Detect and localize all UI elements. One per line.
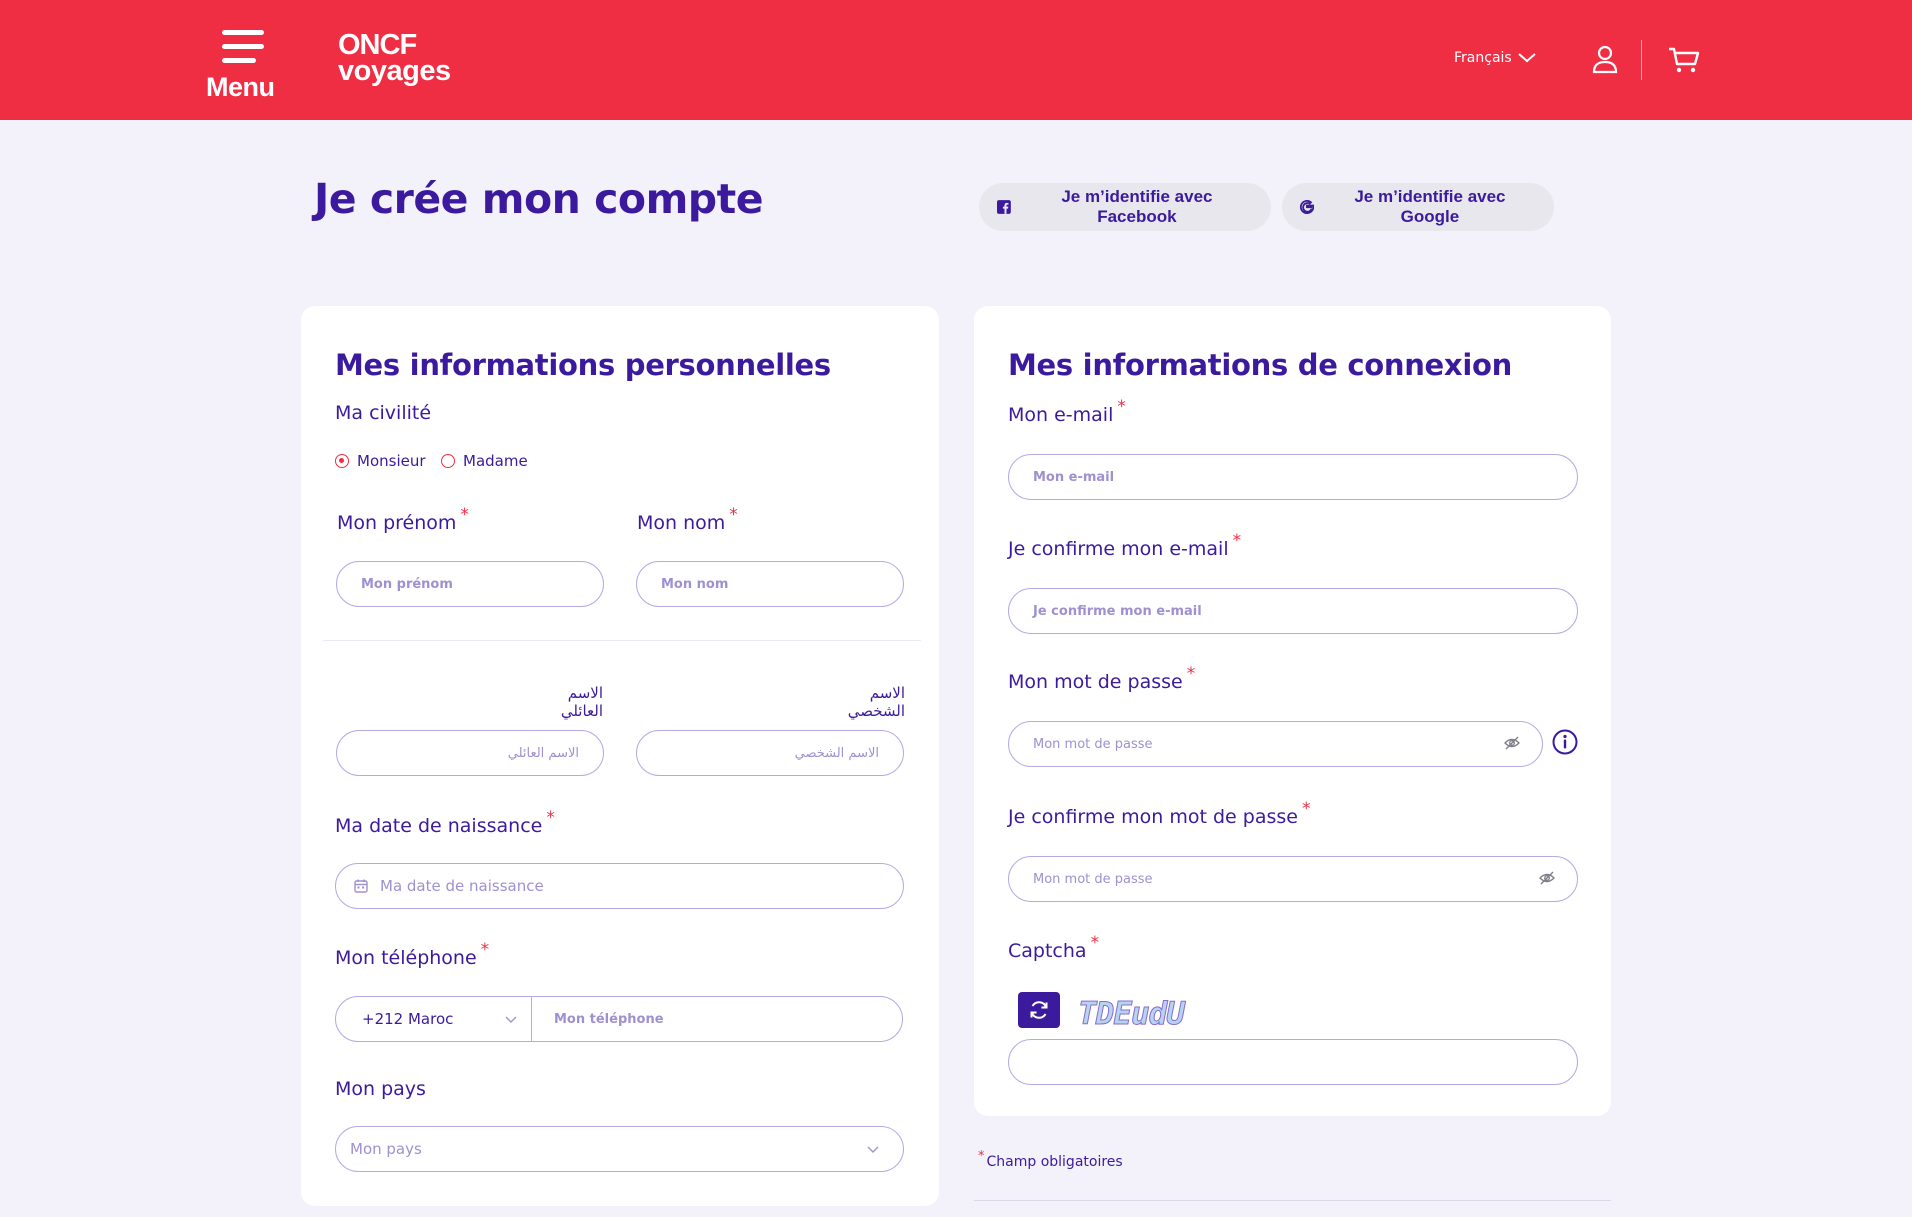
phone-number-input[interactable]: Mon téléphone — [532, 1012, 902, 1027]
civility-monsieur-radio[interactable]: Monsieur — [335, 452, 426, 470]
civility-madame-label: Madame — [463, 452, 528, 470]
password-confirm-label: Je confirme mon mot de passe * — [1008, 799, 1311, 828]
birthdate-label: Ma date de naissance * — [335, 808, 555, 837]
firstname-input[interactable]: Mon prénom — [336, 561, 604, 607]
civility-label: Ma civilité — [335, 402, 432, 424]
email-input[interactable]: Mon e-mail — [1008, 454, 1578, 500]
arabic-firstname-input[interactable]: الاسم الشخصي — [636, 730, 904, 776]
password-label: Mon mot de passe * — [1008, 664, 1196, 693]
eye-off-icon[interactable] — [1504, 735, 1520, 751]
firstname-label: Mon prénom * — [337, 505, 469, 534]
google-icon — [1300, 200, 1314, 214]
arabic-lastname-label: الاسم العائلي — [560, 684, 603, 720]
info-icon[interactable] — [1552, 729, 1578, 755]
birthdate-input[interactable]: Ma date de naissance — [335, 863, 904, 909]
lastname-label: Mon nom * — [637, 505, 738, 534]
header-divider — [1641, 40, 1642, 80]
user-icon[interactable] — [1592, 44, 1618, 74]
email-label: Mon e-mail * — [1008, 397, 1126, 426]
connection-info-card: Mes informations de connexion Mon e-mail… — [974, 306, 1611, 1116]
calendar-icon — [354, 879, 368, 893]
connection-info-heading: Mes informations de connexion — [1008, 348, 1512, 382]
top-navigation-bar: Menu ONCF voyages Français — [0, 0, 1912, 120]
refresh-icon — [1030, 1001, 1048, 1019]
radio-unselected-icon — [441, 454, 455, 468]
arabic-lastname-input[interactable]: الاسم العائلي — [336, 730, 604, 776]
cart-icon[interactable] — [1668, 46, 1700, 74]
email-confirm-input[interactable]: Je confirme mon e-mail — [1008, 588, 1578, 634]
facebook-login-button[interactable]: Je m’identifie avec Facebook — [979, 183, 1271, 231]
phone-field-group: +212 Maroc Mon téléphone — [335, 996, 903, 1042]
civility-monsieur-label: Monsieur — [357, 452, 426, 470]
personal-info-card: Mes informations personnelles Ma civilit… — [301, 306, 939, 1206]
phone-label: Mon téléphone * — [335, 940, 490, 969]
language-label: Français — [1454, 50, 1512, 66]
arabic-firstname-label: الاسم الشخصي — [847, 684, 905, 720]
captcha-image: TDEudU — [1078, 996, 1186, 1033]
page-title: Je crée mon compte — [314, 175, 764, 223]
facebook-login-label: Je m’identifie avec Facebook — [1061, 187, 1213, 226]
civility-madame-radio[interactable]: Madame — [441, 452, 528, 470]
chevron-down-icon — [867, 1146, 879, 1153]
personal-info-heading: Mes informations personnelles — [335, 348, 831, 382]
logo-line-2: voyages — [338, 55, 451, 87]
phone-country-value: +212 Maroc — [362, 1010, 454, 1028]
menu-button[interactable]: Menu — [204, 26, 288, 106]
email-confirm-label: Je confirme mon e-mail * — [1008, 531, 1242, 560]
bottom-divider — [974, 1200, 1611, 1201]
google-login-label: Je m’identifie avec Google — [1354, 187, 1506, 226]
radio-selected-icon — [335, 454, 349, 468]
captcha-input[interactable] — [1008, 1039, 1578, 1085]
lastname-input[interactable]: Mon nom — [636, 561, 904, 607]
password-confirm-input[interactable]: Mon mot de passe — [1008, 856, 1578, 902]
chevron-down-icon — [505, 1016, 517, 1023]
section-divider — [323, 640, 921, 641]
chevron-down-icon — [1518, 53, 1536, 63]
required-fields-note: * Champ obligatoires — [978, 1149, 1123, 1170]
menu-label: Menu — [206, 72, 275, 102]
oncf-voyages-logo[interactable]: ONCF voyages — [338, 31, 451, 87]
menu-icon — [222, 30, 264, 72]
password-input[interactable]: Mon mot de passe — [1008, 721, 1543, 767]
facebook-icon — [997, 200, 1011, 214]
phone-country-select[interactable]: +212 Maroc — [336, 997, 532, 1041]
language-selector[interactable]: Français — [1454, 50, 1536, 66]
captcha-refresh-button[interactable] — [1018, 992, 1060, 1028]
country-select[interactable]: Mon pays — [335, 1126, 904, 1172]
eye-off-icon[interactable] — [1539, 870, 1555, 886]
captcha-label: Captcha * — [1008, 933, 1100, 962]
country-label: Mon pays — [335, 1078, 426, 1100]
google-login-button[interactable]: Je m’identifie avec Google — [1282, 183, 1554, 231]
